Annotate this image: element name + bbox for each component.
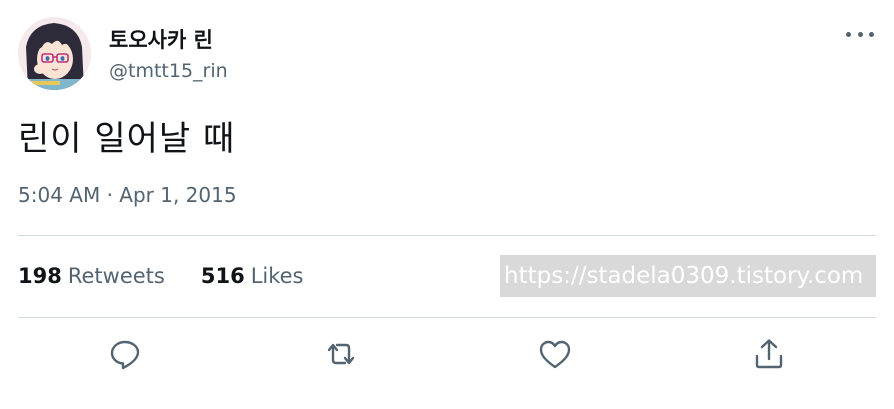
avatar[interactable] <box>18 17 91 90</box>
retweets-count: 198 <box>18 264 62 288</box>
likes-stat[interactable]: 516 Likes <box>201 264 304 288</box>
watermark: https://stadela0309.tistory.com <box>500 255 876 297</box>
tweet-text: 린이 일어날 때 <box>18 119 236 159</box>
tweet-stats: 198 Retweets 516 Likes <box>18 264 304 288</box>
share-icon[interactable] <box>751 336 787 372</box>
divider-top <box>18 235 876 236</box>
user-handle[interactable]: @tmtt15_rin <box>109 60 228 82</box>
action-bar <box>0 336 894 376</box>
tweet-timestamp[interactable]: 5:04 AM · Apr 1, 2015 <box>18 183 237 207</box>
like-icon[interactable] <box>537 336 573 372</box>
retweet-icon[interactable] <box>323 336 359 372</box>
retweet-icon-svg <box>327 343 355 365</box>
display-name[interactable]: 토오사카 린 <box>109 24 213 54</box>
retweets-label: Retweets <box>67 264 165 288</box>
likes-label: Likes <box>250 264 304 288</box>
reply-icon[interactable] <box>107 336 143 372</box>
more-dot <box>869 31 874 37</box>
reply-icon-svg <box>110 340 140 370</box>
divider-bottom <box>18 317 876 318</box>
retweets-stat[interactable]: 198 Retweets <box>18 264 165 288</box>
like-icon-svg <box>539 340 571 369</box>
avatar-image <box>18 17 91 90</box>
share-icon-svg <box>755 339 783 369</box>
tweet-card: 토오사카 린 @tmtt15_rin 린이 일어날 때 5:04 AM · Ap… <box>0 0 894 409</box>
likes-count: 516 <box>200 264 245 288</box>
more-icon[interactable] <box>846 24 874 44</box>
more-dot <box>857 31 863 37</box>
more-dot <box>846 31 851 37</box>
